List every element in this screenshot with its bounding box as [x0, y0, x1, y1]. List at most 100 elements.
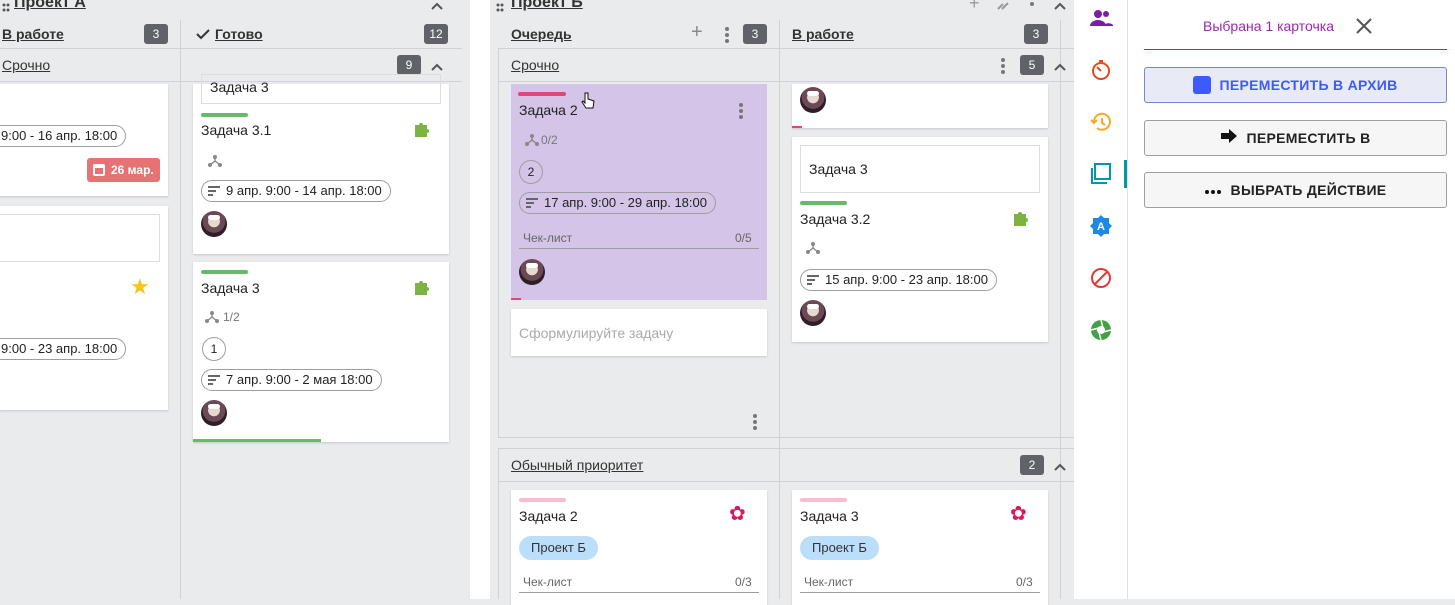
collapse-swimlane-icon[interactable] [1053, 459, 1067, 471]
date-range-pill: 15 апр. 9:00 - 23 апр. 18:00 [800, 269, 997, 291]
people-icon[interactable] [1089, 6, 1113, 30]
swimlane-header-line [498, 481, 1074, 482]
task-title[interactable]: Задача 2 [519, 508, 578, 524]
collapse-board-icon[interactable] [1053, 0, 1067, 10]
flower-icon: ✿ [729, 503, 746, 525]
task-title[interactable]: Задача 2 [519, 102, 578, 118]
checklist-bar [800, 592, 1040, 593]
column-title-in-work[interactable]: В работе [2, 26, 64, 42]
task-card[interactable]: ★ 9:00 - 23 апр. 18:00 [0, 206, 168, 410]
task-title[interactable]: Задача 3.2 [800, 211, 870, 227]
task-title[interactable]: Задача 3 [800, 508, 859, 524]
column-count: 3 [144, 24, 168, 44]
task-card[interactable]: Задача 3 Задача 3.1 9 апр. 9:00 - 14 апр… [193, 74, 449, 254]
puzzle-icon [412, 276, 432, 296]
checklist-progress: 0/3 [1016, 575, 1033, 589]
swimlane-title[interactable]: Срочно [511, 57, 559, 73]
column-count: 12 [424, 24, 448, 44]
swimlane-count: 9 [397, 55, 421, 75]
priority-bar [518, 92, 566, 96]
header-underline [1144, 49, 1447, 50]
card-menu-icon[interactable] [739, 103, 743, 121]
column-divider [180, 20, 181, 599]
swimlane-title[interactable]: Обычный приоритет [511, 457, 643, 473]
collapse-swimlane-icon[interactable] [1053, 59, 1067, 71]
more-horizontal-icon [1204, 172, 1221, 206]
swimlane-menu-icon[interactable] [1001, 58, 1005, 76]
date-icon [807, 275, 819, 285]
column-title-done[interactable]: Готово [215, 26, 263, 42]
column-title-in-work[interactable]: В работе [792, 26, 854, 42]
project-tag[interactable]: Проект Б [519, 536, 598, 560]
collapse-swimlane-icon[interactable] [430, 59, 444, 71]
avatar[interactable] [800, 87, 826, 113]
avatar[interactable] [519, 259, 545, 285]
new-task-input[interactable]: Сформулируйте задачу [511, 309, 767, 356]
history-icon[interactable] [1089, 110, 1113, 134]
column-menu-icon[interactable] [725, 27, 729, 45]
puzzle-icon [412, 118, 432, 138]
collapse-board-icon[interactable] [430, 0, 444, 10]
parent-task-field: Задача 3 [201, 74, 441, 104]
checklist-bar [519, 592, 759, 593]
subtasks-icon [525, 133, 539, 147]
link-icon[interactable] [996, 0, 1010, 10]
avatar[interactable] [201, 400, 227, 426]
timer-icon[interactable] [1089, 58, 1113, 82]
priority-bar [519, 498, 566, 502]
progress-line [511, 298, 521, 300]
parent-task-field: Задача 3 [800, 145, 1040, 193]
progress-line [193, 439, 321, 442]
task-title[interactable]: Задача 3.1 [201, 122, 271, 138]
drag-handle-icon[interactable] [496, 0, 504, 12]
cards-icon[interactable] [1089, 162, 1113, 186]
date-range-pill: 7 апр. 9:00 - 2 мая 18:00 [201, 369, 382, 391]
checklist-progress: 0/5 [735, 231, 752, 245]
close-icon[interactable] [1355, 17, 1373, 35]
add-icon[interactable]: + [969, 0, 980, 12]
date-range-pill: 17 апр. 9:00 - 29 апр. 18:00 [519, 192, 716, 214]
swimlane-title[interactable]: Срочно [2, 57, 50, 73]
task-card[interactable]: Задача 3 ✿ Проект Б Чек-лист 0/3 [792, 490, 1048, 605]
column-count: 3 [743, 24, 767, 44]
column-title-queue[interactable]: Очередь [511, 26, 572, 42]
progress-line [792, 126, 802, 128]
choose-action-button[interactable]: ВЫБРАТЬ ДЕЙСТВИЕ [1144, 172, 1447, 208]
aperture-icon[interactable] [1089, 318, 1113, 342]
date-range-pill: 9:00 - 23 апр. 18:00 [0, 338, 127, 360]
svg-text:A: A [1097, 221, 1105, 233]
selected-task-card[interactable]: Задача 2 0/2 2 17 апр. 9:00 - 29 апр. 18… [511, 84, 767, 300]
auto-icon[interactable]: A [1089, 214, 1113, 238]
task-card[interactable]: 9:00 - 16 апр. 18:00 26 мар. [0, 84, 168, 196]
avatar[interactable] [201, 211, 227, 237]
task-card[interactable] [792, 84, 1048, 128]
drag-handle-icon[interactable] [2, 0, 10, 12]
move-to-button[interactable]: ПЕРЕМЕСТИТЬ В [1144, 120, 1447, 156]
date-icon [526, 198, 538, 208]
left-board: Проект А В работе 3 Готово 12 Срочно 9 9… [0, 0, 470, 599]
task-card[interactable]: Задача 3 Задача 3.2 15 апр. 9:00 - 23 ап… [792, 137, 1048, 342]
board-menu-icon[interactable] [1030, 0, 1034, 8]
arrow-right-icon [1220, 121, 1237, 155]
subtasks-icon [208, 154, 222, 168]
task-title[interactable]: Задача 3 [201, 280, 260, 296]
column-footer-menu-icon[interactable] [753, 414, 757, 432]
subtasks-icon [806, 241, 820, 255]
avatar[interactable] [800, 300, 826, 326]
archive-icon [1193, 76, 1212, 95]
priority-bar [201, 270, 248, 274]
board-title[interactable]: Проект Б [511, 0, 583, 12]
swimlane-header-line [498, 81, 1074, 82]
block-icon[interactable] [1089, 266, 1113, 290]
date-icon [208, 375, 220, 385]
active-indicator [1124, 160, 1127, 188]
task-card[interactable]: Задача 3 1/2 1 7 апр. 9:00 - 2 мая 18:00 [193, 262, 449, 442]
project-tag[interactable]: Проект Б [800, 536, 879, 560]
board-title[interactable]: Проект А [14, 0, 86, 12]
archive-button[interactable]: ПЕРЕМЕСТИТЬ В АРХИВ [1144, 67, 1447, 103]
task-card[interactable]: Задача 2 ✿ Проект Б Чек-лист 0/3 [511, 490, 767, 605]
date-range-pill: 9:00 - 16 апр. 18:00 [0, 125, 127, 147]
column-count: 3 [1024, 24, 1048, 44]
swimlane-count: 5 [1020, 55, 1044, 75]
add-card-icon[interactable]: + [691, 22, 703, 42]
